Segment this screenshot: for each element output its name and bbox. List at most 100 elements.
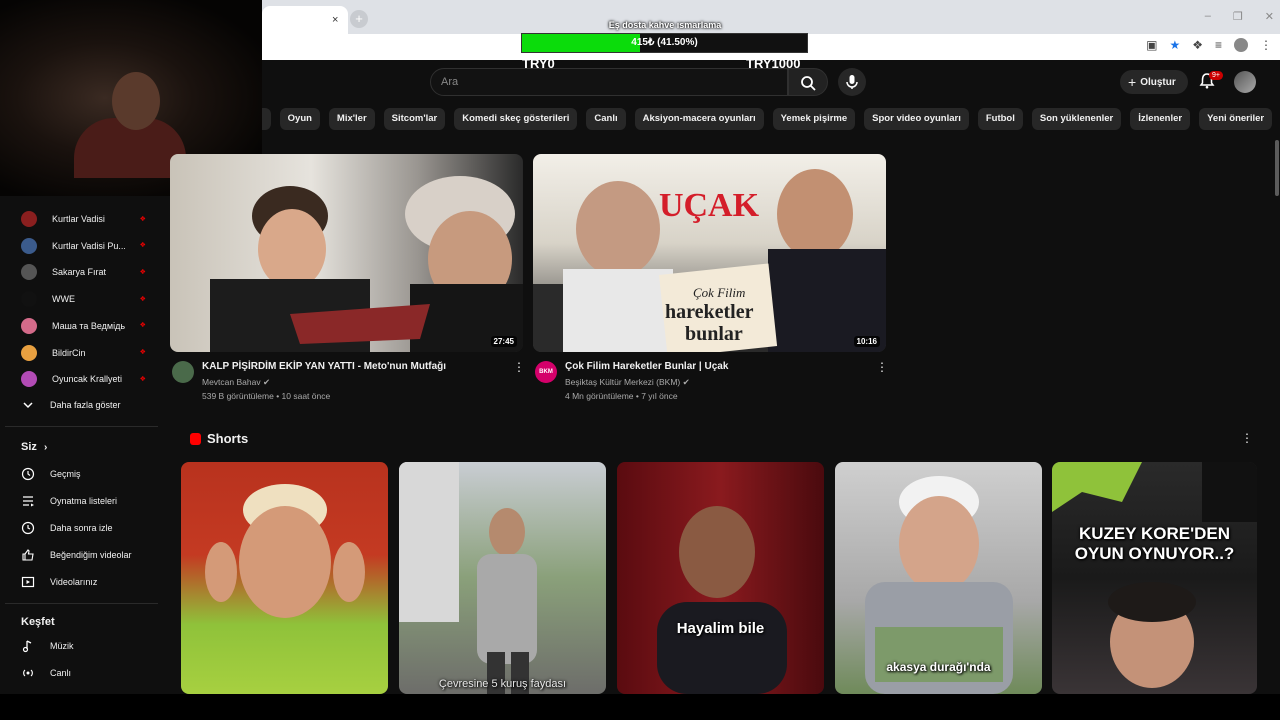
history-icon <box>21 467 35 481</box>
short-thumbnail[interactable]: KUZEY KORE'DEN OYUN OYNUYOR..? <box>1052 462 1257 694</box>
browser-tab[interactable]: × <box>262 6 348 34</box>
channel-avatar <box>21 344 37 361</box>
video-title[interactable]: Çok Filim Hareketler Bunlar | Uçak <box>565 361 728 372</box>
you-section-title[interactable]: Siz › <box>21 441 47 453</box>
explore-section-title: Keşfet <box>21 616 55 628</box>
subscription-label: Sakarya Fırat <box>52 267 107 278</box>
chip[interactable]: Mix'ler <box>328 108 375 130</box>
donation-progress-bar: 415₺ (41.50%) <box>521 33 808 53</box>
short-thumbnail[interactable]: Hayalim bile <box>617 462 824 694</box>
subscription-item[interactable]: Kurtlar Vadisi Pu... ❖ <box>21 237 146 255</box>
install-app-icon[interactable]: ▣ <box>1146 38 1157 52</box>
sidebar-item-playlists[interactable]: Oynatma listeleri <box>21 494 117 508</box>
your-videos-icon <box>21 576 35 588</box>
sidebar-item-live[interactable]: Canlı <box>21 666 71 680</box>
browser-menu-icon[interactable]: ⋮ <box>1260 38 1272 52</box>
chip[interactable]: Futbol <box>977 108 1023 130</box>
sidebar-item-history[interactable]: Geçmiş <box>21 467 81 481</box>
page-scrollbar[interactable] <box>1275 140 1279 196</box>
account-avatar[interactable] <box>1234 71 1256 93</box>
sidebar-item-watch-later[interactable]: Daha sonra izle <box>21 521 113 535</box>
sidebar-item-label: Müzik <box>50 641 74 651</box>
subscription-label: Oyuncak Krallyeti <box>52 374 123 385</box>
subscription-item[interactable]: Kurtlar Vadisi ❖ <box>21 210 146 228</box>
sidebar-item-liked-videos[interactable]: Beğendiğim videolar <box>21 548 132 562</box>
chevron-right-icon: › <box>43 442 48 453</box>
channel-avatar <box>21 371 37 388</box>
media-icon[interactable]: ≡ <box>1215 38 1222 52</box>
chip[interactable]: Oyun <box>279 108 320 130</box>
live-indicator-icon: ❖ <box>139 242 146 250</box>
subscription-item[interactable]: Sakarya Fırat ❖ <box>21 263 146 281</box>
bookmark-star-icon[interactable]: ★ <box>1169 38 1180 52</box>
music-note-icon <box>22 640 32 653</box>
live-indicator-icon: ❖ <box>139 295 146 303</box>
chip[interactable]: Yeni öneriler <box>1199 108 1273 130</box>
search-button[interactable] <box>788 68 828 96</box>
more-options-icon[interactable]: ⋮ <box>876 360 888 374</box>
show-more-button[interactable]: Daha fazla göster <box>21 398 121 412</box>
toolbar-icons: ▣ ★ ❖ ≡ ⋮ <box>1146 38 1272 52</box>
subscription-item[interactable]: WWE ❖ <box>21 290 146 308</box>
video-thumbnail[interactable]: UÇAK Çok Filim hareketler bunlar 10:16 <box>533 154 886 352</box>
create-button[interactable]: + Oluştur <box>1120 70 1188 94</box>
sidebar-item-label: Geçmiş <box>50 469 81 479</box>
chip[interactable]: Komedi skeç gösterileri <box>454 108 578 130</box>
video-duration: 27:45 <box>490 336 517 347</box>
live-indicator-icon: ❖ <box>139 215 146 223</box>
short-thumbnail[interactable] <box>181 462 388 694</box>
sidebar-item-your-videos[interactable]: Videolarınız <box>21 575 97 589</box>
sidebar-item-label: Daha sonra izle <box>50 523 113 533</box>
short-caption: akasya durağı'nda <box>886 660 991 674</box>
more-options-icon[interactable]: ⋮ <box>513 360 525 374</box>
profile-avatar[interactable] <box>1234 38 1248 52</box>
thumbnail-logo-line2: hareketler <box>665 301 754 323</box>
short-thumbnail[interactable]: akasya durağı'nda <box>835 462 1042 694</box>
maximize-icon[interactable]: ❐ <box>1233 10 1243 23</box>
chip[interactable]: İzlenenler <box>1130 108 1191 130</box>
search-input[interactable]: Ara <box>430 68 788 96</box>
chip[interactable]: Yemek pişirme <box>772 108 856 130</box>
voice-search-button[interactable] <box>838 68 866 96</box>
verified-icon: ✔ <box>262 377 271 387</box>
channel-name-text: Beşiktaş Kültür Merkezi (BKM) <box>565 377 681 387</box>
video-title[interactable]: KALP PİŞİRDİM EKİP YAN YATTI - Meto'nun … <box>202 361 446 372</box>
channel-name[interactable]: Mevtcan Bahav ✔ <box>202 377 270 388</box>
short-caption: Hayalim bile <box>676 620 765 637</box>
new-tab-button[interactable]: + <box>350 10 368 28</box>
shorts-more-options-icon[interactable]: ⋮ <box>1241 431 1253 445</box>
search-placeholder: Ara <box>441 76 459 88</box>
video-thumbnail[interactable]: 27:45 <box>170 154 523 352</box>
subscription-label: Маша та Ведмідь <box>52 320 125 331</box>
show-more-label: Daha fazla göster <box>50 400 121 410</box>
subscription-item[interactable]: Oyuncak Krallyeti ❖ <box>21 370 146 388</box>
chip[interactable]: Aksiyon-macera oyunları <box>634 108 764 130</box>
donation-goal-max: TRY1000 <box>746 56 801 71</box>
subscription-item[interactable]: Маша та Ведмідь ❖ <box>21 317 146 335</box>
subscription-item[interactable]: BildirCin ❖ <box>21 344 146 362</box>
subscription-label: WWE <box>52 294 75 305</box>
chip[interactable]: Son yüklenenler <box>1031 108 1122 130</box>
short-thumbnail[interactable]: Çevresine 5 kuruş faydası <box>399 462 606 694</box>
subscription-label: Kurtlar Vadisi <box>52 214 105 224</box>
close-window-icon[interactable]: ✕ <box>1265 10 1274 23</box>
chip[interactable]: Canlı <box>586 108 626 130</box>
chip-partial[interactable] <box>262 108 271 130</box>
sidebar-item-music[interactable]: Müzik <box>21 639 74 653</box>
channel-avatar[interactable]: BKM <box>535 361 557 383</box>
live-indicator-icon: ❖ <box>139 349 146 356</box>
short-caption: KUZEY KORE'DEN OYUN OYNUYOR..? <box>1074 524 1235 563</box>
minimize-icon[interactable]: – <box>1205 10 1211 23</box>
sidebar-divider <box>5 426 158 427</box>
channel-name[interactable]: Beşiktaş Kültür Merkezi (BKM) ✔ <box>565 377 690 388</box>
chip[interactable]: Spor video oyunları <box>864 108 969 130</box>
channel-avatar <box>21 291 37 308</box>
subscription-label: Kurtlar Vadisi Pu... <box>52 240 125 251</box>
channel-avatar <box>21 317 37 334</box>
tab-close-icon[interactable]: × <box>332 14 338 26</box>
extensions-icon[interactable]: ❖ <box>1192 38 1203 52</box>
chip[interactable]: Sitcom'lar <box>383 108 446 130</box>
channel-avatar[interactable] <box>172 361 194 383</box>
video-meta: 539 B görüntüleme • 10 saat önce <box>202 391 331 401</box>
video-duration: 10:16 <box>853 336 880 347</box>
